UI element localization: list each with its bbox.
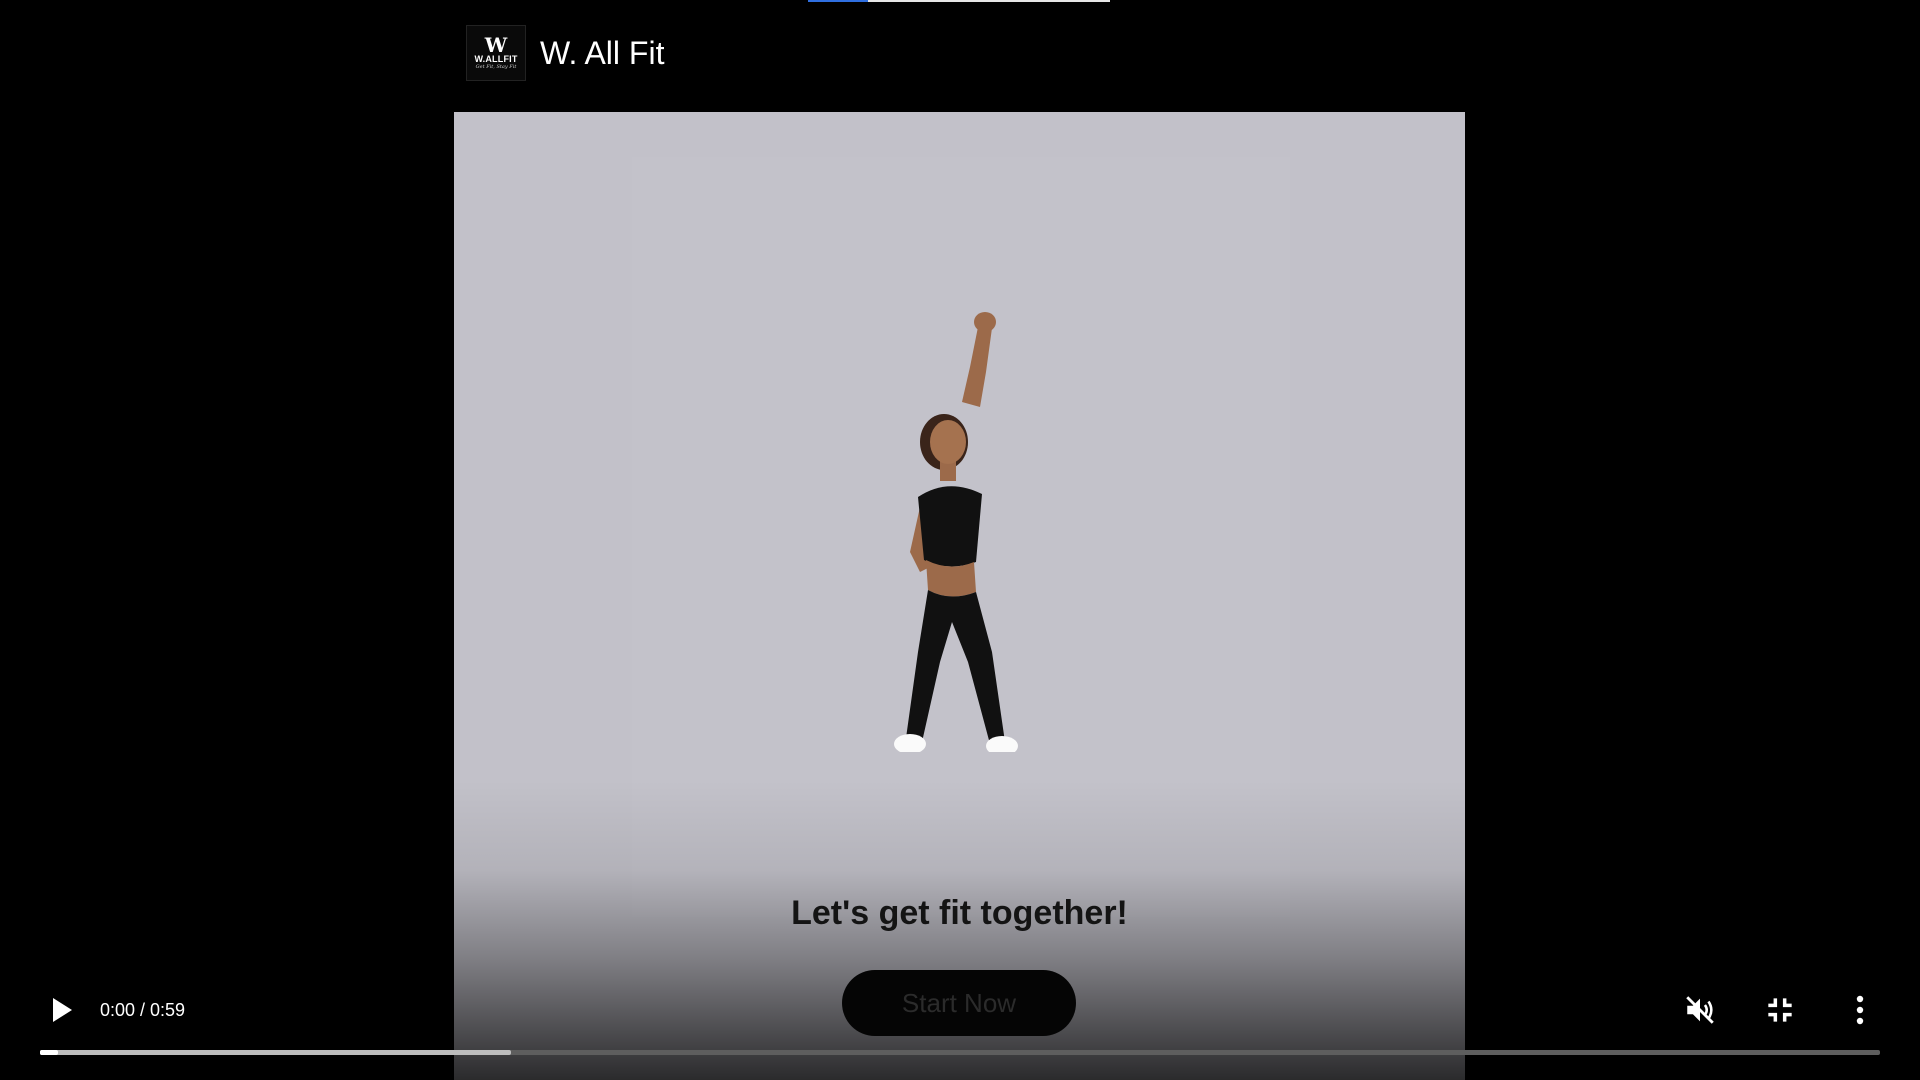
logo-mark: W [484,33,508,57]
video-frame[interactable]: Let's get fit together! Start Now [454,112,1465,1080]
seek-played [40,1050,59,1055]
channel-name[interactable]: W. All Fit [540,33,664,73]
seek-buffered [40,1050,512,1055]
muted-volume-icon [1686,996,1714,1024]
more-vertical-icon [1856,995,1864,1025]
play-icon [53,998,72,1022]
video-player[interactable]: W W.ALLFIT Get Fit, Stay Fit W. All Fit [0,0,1920,1080]
more-options-button[interactable] [1840,990,1880,1030]
exit-fullscreen-button[interactable] [1760,990,1800,1030]
top-loading-bar [0,0,1920,2]
loading-bar-segment [808,0,868,2]
exit-fullscreen-icon [1768,998,1792,1022]
channel-header[interactable]: W W.ALLFIT Get Fit, Stay Fit W. All Fit [466,24,664,82]
mute-button[interactable] [1680,990,1720,1030]
player-controls: 0:00 / 0:59 [0,990,1920,1030]
play-button[interactable] [44,990,80,1030]
seek-bar[interactable] [40,1050,1880,1055]
logo-script: Get Fit, Stay Fit [475,64,517,70]
channel-logo[interactable]: W W.ALLFIT Get Fit, Stay Fit [466,25,526,81]
dancer-illustration [894,312,1018,752]
video-caption: Let's get fit together! [791,894,1128,932]
time-display: 0:00 / 0:59 [100,1000,186,1020]
logo-text: W.ALLFIT [474,54,518,64]
loading-bar-segment [868,0,1110,2]
